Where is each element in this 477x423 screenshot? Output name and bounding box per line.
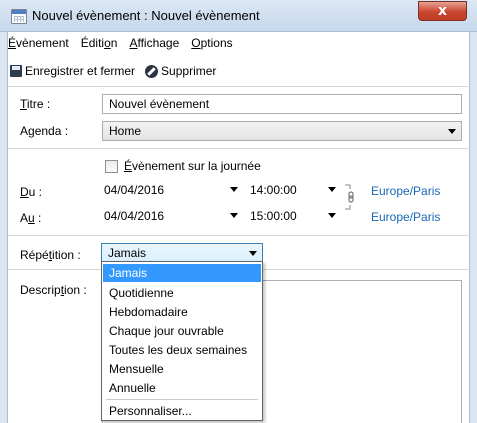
delete-icon <box>145 64 159 78</box>
from-date-picker[interactable]: 04/04/2016 <box>102 180 242 200</box>
from-label-mnemonic: D <box>20 185 29 199</box>
chevron-down-icon <box>230 213 238 218</box>
agenda-value: Home <box>109 124 142 138</box>
chevron-down-icon <box>328 213 336 218</box>
delete-label: Supprimer <box>161 64 217 78</box>
to-date-picker[interactable]: 04/04/2016 <box>102 206 242 226</box>
menu-affichage-post: ffichage <box>137 36 180 50</box>
separator <box>8 148 470 149</box>
repeat-option[interactable]: Jamais <box>103 264 261 282</box>
chevron-down-icon <box>448 129 456 134</box>
timezone-from-link[interactable]: Europe/Paris <box>371 184 440 198</box>
from-time-picker[interactable]: 14:00:00 <box>248 180 340 200</box>
window-title: Nouvel évènement : Nouvel évènement <box>32 8 260 23</box>
menu-bar: Évènement Édition Affichage Options <box>8 36 233 56</box>
to-label: Au : <box>20 211 41 225</box>
repeat-option[interactable]: Mensuelle <box>103 360 261 378</box>
description-label-pre: Descrip <box>20 283 61 297</box>
title-label-text: itre : <box>26 97 51 111</box>
menu-edition-mnemonic: o <box>104 36 111 50</box>
to-date-value: 04/04/2016 <box>104 209 165 223</box>
agenda-label: Agenda : <box>20 124 68 138</box>
repeat-option[interactable]: Annuelle <box>103 379 261 397</box>
all-day-label-mnemonic: É <box>124 159 133 173</box>
title-label: Titre : <box>20 97 50 111</box>
description-label-post: ion : <box>64 283 87 297</box>
all-day-checkbox[interactable] <box>105 160 118 173</box>
agenda-select[interactable]: Home <box>102 121 462 141</box>
from-label: Du : <box>20 185 42 199</box>
from-label-text: u : <box>28 185 43 199</box>
repeat-label: Répétition : <box>20 248 81 262</box>
repeat-select[interactable]: Jamais <box>101 243 263 263</box>
menu-evenement-post: vènement <box>16 36 69 50</box>
repeat-option[interactable]: Hebdomadaire <box>103 303 261 321</box>
repeat-dropdown-list: Jamais Quotidienne Hebdomadaire Chaque j… <box>101 261 263 421</box>
separator <box>8 86 470 87</box>
menu-options-post: ptions <box>200 36 233 50</box>
timezone-to-link[interactable]: Europe/Paris <box>371 210 440 224</box>
separator <box>8 235 470 236</box>
menu-edition-pre: Éditi <box>80 36 105 50</box>
save-close-label: Enregistrer et fermer <box>25 64 136 78</box>
menu-options[interactable]: Options <box>191 36 232 56</box>
repeat-value: Jamais <box>108 246 147 260</box>
menu-edition-post: n <box>110 36 118 50</box>
title-bar[interactable]: Nouvel évènement : Nouvel évènement x <box>0 0 477 32</box>
repeat-option[interactable]: Chaque jour ouvrable <box>103 322 261 340</box>
close-button[interactable]: x <box>418 1 467 21</box>
delete-button[interactable]: Supprimer <box>145 64 216 78</box>
menu-evenement[interactable]: Évènement <box>8 36 69 56</box>
agenda-label-pre: A <box>20 124 29 138</box>
chevron-down-icon <box>328 187 336 192</box>
repeat-option-custom[interactable]: Personnaliser... <box>103 402 261 420</box>
to-label-post: : <box>34 211 42 225</box>
agenda-label-mnemonic: g <box>28 124 35 138</box>
menu-affichage[interactable]: Affichage <box>129 36 179 56</box>
from-time-value: 14:00:00 <box>250 183 297 197</box>
description-label: Description : <box>20 283 87 297</box>
event-window: Nouvel évènement : Nouvel évènement x Év… <box>0 0 477 423</box>
chevron-down-icon <box>249 251 257 256</box>
menu-evenement-mnemonic: É <box>8 36 17 50</box>
menu-options-mnemonic: O <box>191 36 201 50</box>
repeat-label-post: ition : <box>52 248 81 262</box>
chevron-down-icon <box>230 187 238 192</box>
window-frame-left <box>0 32 8 423</box>
repeat-option[interactable]: Toutes les deux semaines <box>103 341 261 359</box>
save-close-button[interactable]: Enregistrer et fermer <box>10 64 135 78</box>
timezone-link-icon[interactable] <box>344 183 354 211</box>
title-label-mnemonic: T <box>20 97 27 111</box>
repeat-option[interactable]: Quotidienne <box>103 284 261 302</box>
to-label-pre: A <box>20 211 29 225</box>
window-frame-right <box>469 32 477 423</box>
all-day-label: Évènement sur la journée <box>124 159 261 173</box>
repeat-label-pre: Répé <box>20 248 49 262</box>
from-date-value: 04/04/2016 <box>104 183 165 197</box>
menu-edition[interactable]: Édition <box>81 36 118 56</box>
toolbar: Enregistrer et fermer Supprimer <box>10 60 216 82</box>
title-input[interactable]: Nouvel évènement <box>102 94 462 114</box>
dropdown-separator <box>106 399 258 400</box>
agenda-label-post: enda : <box>34 124 69 138</box>
to-label-mnemonic: u <box>28 211 35 225</box>
to-time-picker[interactable]: 15:00:00 <box>248 206 340 226</box>
all-day-label-text: vènement sur la journée <box>132 159 261 173</box>
to-time-value: 15:00:00 <box>250 209 297 223</box>
calendar-app-icon <box>11 9 27 24</box>
floppy-disk-icon <box>10 65 22 77</box>
